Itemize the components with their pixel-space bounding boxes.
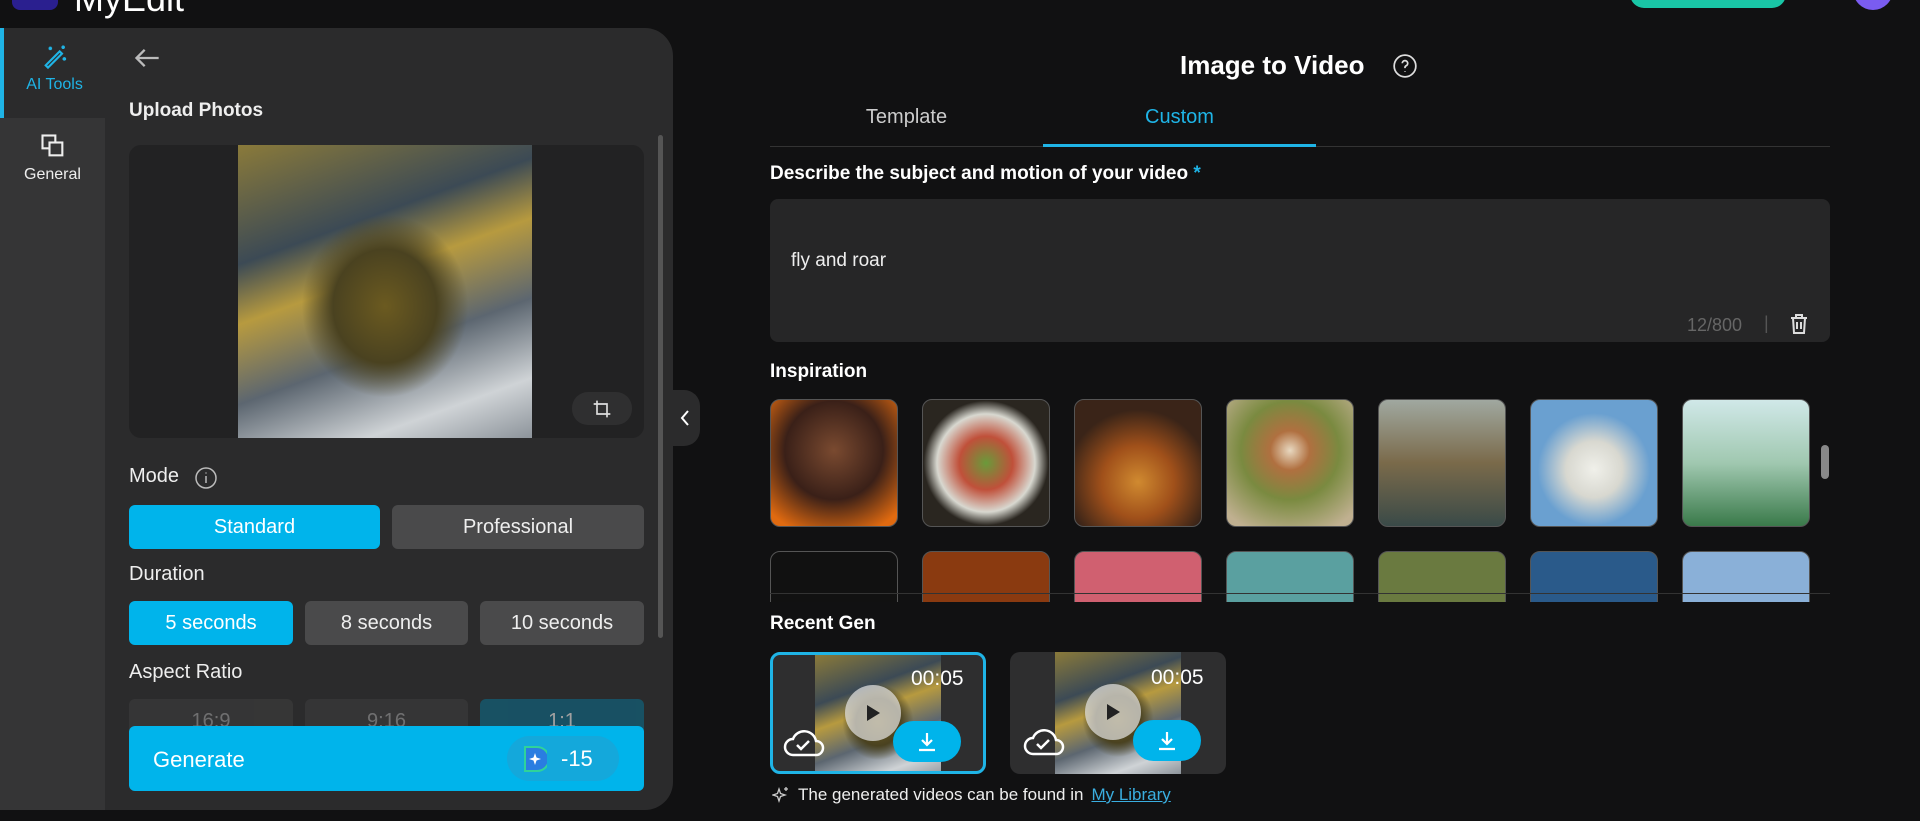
cloud-check-icon[interactable] <box>1023 724 1065 756</box>
video-duration: 00:05 <box>911 667 964 690</box>
app-name: MyEdit <box>74 0 184 20</box>
crop-button[interactable] <box>572 392 632 425</box>
prompt-label: Describe the subject and motion of your … <box>770 163 1201 185</box>
credit-cost: -15 <box>561 745 593 771</box>
mode-standard-button[interactable]: Standard <box>129 505 380 549</box>
inspiration-thumb[interactable] <box>770 551 898 602</box>
back-arrow-icon[interactable] <box>133 46 161 70</box>
divider <box>770 593 1830 594</box>
help-icon[interactable] <box>1392 53 1418 79</box>
library-note: The generated videos can be found in My … <box>772 785 1171 805</box>
inspiration-label: Inspiration <box>770 361 868 382</box>
inspiration-thumb[interactable] <box>1378 551 1506 602</box>
inspiration-capybara[interactable] <box>1378 399 1506 527</box>
inspiration-thumb[interactable] <box>1682 551 1810 602</box>
sidebar-label: AI Tools <box>26 76 83 93</box>
left-scrollbar[interactable] <box>658 135 663 638</box>
prompt-textarea[interactable]: fly and roar 12/800 | <box>770 199 1830 342</box>
page-title: Image to Video <box>1180 50 1365 80</box>
play-icon <box>1107 704 1120 720</box>
uploaded-dragon-image <box>238 145 532 438</box>
duration-8s-button[interactable]: 8 seconds <box>305 601 468 645</box>
download-button[interactable] <box>1133 720 1201 761</box>
info-icon[interactable] <box>194 466 218 490</box>
main-area: Image to Video Template Custom Describe … <box>700 28 1920 821</box>
upload-preview[interactable] <box>129 145 644 438</box>
inspiration-steak[interactable] <box>770 399 898 527</box>
cloud-check-icon[interactable] <box>783 725 825 757</box>
avatar[interactable] <box>1853 0 1893 10</box>
char-count: 12/800 <box>1687 315 1743 335</box>
sparkle-icon <box>772 786 788 804</box>
required-mark: * <box>1193 163 1201 184</box>
crop-icon <box>593 400 611 417</box>
prompt-value: fly and roar <box>791 250 887 271</box>
inspiration-grid <box>770 399 1830 602</box>
duration-5s-button[interactable]: 5 seconds <box>129 601 293 645</box>
mode-professional-button[interactable]: Professional <box>392 505 644 549</box>
play-button[interactable] <box>845 685 901 741</box>
generate-button[interactable]: Generate -15 <box>129 726 644 791</box>
inspiration-thumb[interactable] <box>1530 551 1658 602</box>
inspiration-thumb[interactable] <box>922 551 1050 602</box>
library-note-text: The generated videos can be found in <box>798 785 1084 804</box>
recent-gen-label: Recent Gen <box>770 613 876 634</box>
inspiration-dog[interactable] <box>1226 399 1354 527</box>
credit-cost-badge: -15 <box>507 736 619 781</box>
app-logo[interactable] <box>12 0 58 10</box>
duration-10s-button[interactable]: 10 seconds <box>480 601 644 645</box>
sidebar: AI Tools General <box>0 28 105 810</box>
sidebar-item-general[interactable]: General <box>0 118 105 208</box>
inspiration-skincare[interactable] <box>1682 399 1810 527</box>
generate-label: Generate <box>153 747 245 772</box>
upgrade-button[interactable] <box>1630 0 1786 8</box>
my-library-link[interactable]: My Library <box>1091 785 1170 805</box>
separator: | <box>1764 313 1769 333</box>
top-bar: MyEdit <box>0 0 1920 28</box>
settings-content: Upload Photos Mode Standard Professional… <box>105 28 673 810</box>
download-icon <box>919 732 935 751</box>
play-icon <box>867 705 880 721</box>
inspiration-thumb[interactable] <box>1074 551 1202 602</box>
trash-icon[interactable] <box>1789 313 1809 335</box>
sidebar-label: General <box>24 166 81 183</box>
left-panel: AI Tools General Upload Photos Mode Stan… <box>0 28 673 810</box>
inspiration-salad[interactable] <box>922 399 1050 527</box>
prompt-label-text: Describe the subject and motion of your … <box>770 163 1189 184</box>
duration-label: Duration <box>129 563 205 585</box>
download-icon <box>1159 731 1175 750</box>
video-duration: 00:05 <box>1151 666 1204 689</box>
tab-template[interactable]: Template <box>770 106 1043 146</box>
recent-video-card[interactable]: 00:05 <box>770 652 986 774</box>
play-button[interactable] <box>1085 684 1141 740</box>
sidebar-item-ai-tools[interactable]: AI Tools <box>0 28 105 118</box>
inspiration-pancakes[interactable] <box>1074 399 1202 527</box>
inspiration-thumb[interactable] <box>1226 551 1354 602</box>
mode-label: Mode <box>129 465 180 487</box>
collapse-panel-handle[interactable] <box>670 390 700 446</box>
aspect-ratio-label: Aspect Ratio <box>129 661 243 683</box>
credit-icon <box>524 745 547 772</box>
upload-photos-title: Upload Photos <box>129 100 264 121</box>
inspiration-scrollbar[interactable] <box>1821 445 1829 479</box>
chevron-left-icon <box>680 410 689 426</box>
recent-video-card[interactable]: 00:05 <box>1010 652 1226 774</box>
download-button[interactable] <box>893 721 961 762</box>
inspiration-polar-bear[interactable] <box>1530 399 1658 527</box>
magic-wand-icon <box>43 45 66 70</box>
tab-custom[interactable]: Custom <box>1043 106 1316 147</box>
layers-icon <box>40 134 63 157</box>
